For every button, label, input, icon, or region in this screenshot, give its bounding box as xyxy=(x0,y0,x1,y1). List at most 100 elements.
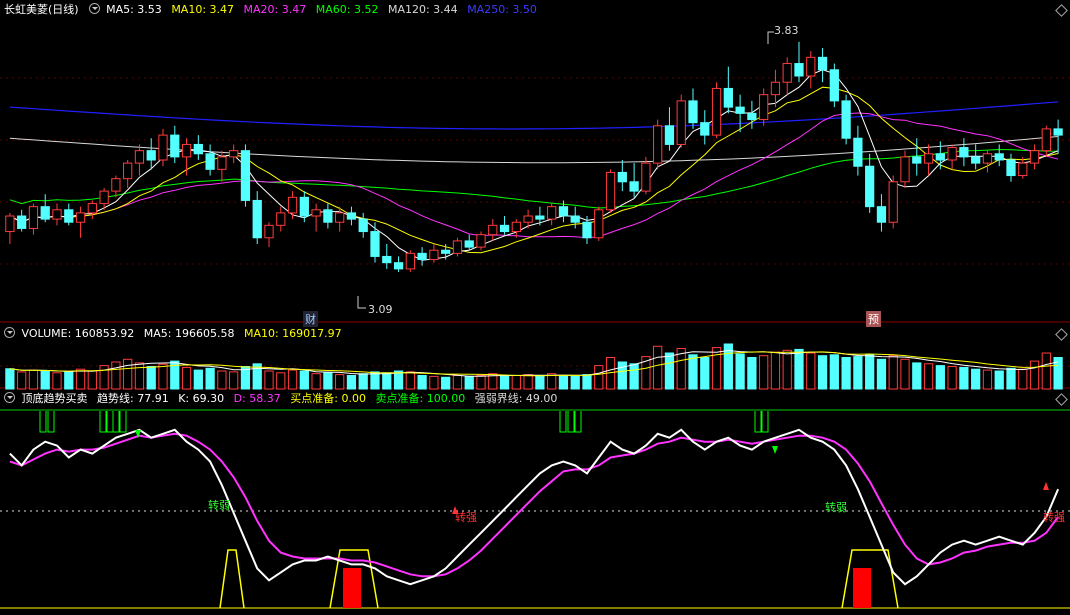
candle-body xyxy=(146,150,156,161)
candle-body xyxy=(335,212,345,223)
volume-bar xyxy=(134,362,145,390)
candle-body xyxy=(464,240,474,248)
candle-body xyxy=(558,206,569,217)
buy-signal-block xyxy=(343,568,361,608)
volume-bar xyxy=(782,349,792,390)
volume-bar xyxy=(1041,352,1051,390)
candle-body xyxy=(582,221,592,239)
volume-bar xyxy=(653,345,663,390)
sell-ready-tick xyxy=(567,411,575,433)
sell-ready-tick xyxy=(106,411,114,433)
volume-bar xyxy=(1029,360,1040,390)
weak-signal-label: 转弱 xyxy=(208,499,230,512)
candle-body xyxy=(87,203,97,214)
volume-bar xyxy=(876,358,887,390)
candle-body xyxy=(429,249,439,261)
candle-body xyxy=(64,209,74,223)
candle-body xyxy=(664,125,675,145)
volume-bar xyxy=(75,368,86,390)
candle-body xyxy=(935,153,945,161)
volume-bar xyxy=(323,372,333,390)
earnings-tag[interactable]: 财 xyxy=(303,311,318,327)
volume-bar xyxy=(370,371,380,390)
volume-bar xyxy=(264,370,274,390)
candle-body xyxy=(17,215,27,229)
candle-body xyxy=(982,153,993,164)
volume-bar xyxy=(747,357,757,390)
volume-bar xyxy=(346,375,357,390)
volume-bar xyxy=(617,361,627,390)
candle-body xyxy=(1053,128,1063,136)
low-price-label: 3.09 xyxy=(368,303,393,316)
candle-body xyxy=(876,206,887,223)
volume-bar xyxy=(806,352,816,390)
candle-body xyxy=(217,156,227,170)
candle-body xyxy=(570,215,580,223)
candle-body xyxy=(994,153,1004,161)
candle-body xyxy=(735,106,745,114)
volume-bar xyxy=(87,370,97,390)
candle-body xyxy=(1018,162,1028,177)
volume-bar xyxy=(994,370,1004,390)
candle-body xyxy=(900,156,910,183)
volume-bar xyxy=(40,370,50,390)
candle-body xyxy=(782,63,792,83)
candle-body xyxy=(853,137,863,167)
k-line xyxy=(9,428,1060,586)
volume-bar xyxy=(853,356,863,390)
candle-body xyxy=(711,87,722,136)
volume-bar xyxy=(335,374,345,390)
candle-body xyxy=(700,122,710,136)
candle-body xyxy=(276,212,286,226)
candle-body xyxy=(358,218,368,233)
volume-bar xyxy=(181,366,192,390)
volume-bar xyxy=(865,354,875,390)
volume-bar xyxy=(817,355,828,390)
high-price-label: 3.83 xyxy=(774,24,799,37)
candle-body xyxy=(264,224,274,239)
candle-body xyxy=(158,134,168,161)
candle-body xyxy=(452,240,463,254)
candle-body xyxy=(794,63,804,77)
candle-body xyxy=(629,181,639,192)
candle-body xyxy=(370,231,380,257)
volume-bar xyxy=(700,357,710,390)
candle-body xyxy=(134,150,145,164)
candle-body xyxy=(817,56,828,71)
volume-bar xyxy=(217,370,227,390)
candle-body xyxy=(28,206,39,229)
candle-body xyxy=(971,156,981,164)
sell-ready-tick xyxy=(754,411,762,433)
candle-body xyxy=(605,171,616,211)
volume-bar xyxy=(405,371,415,390)
volume-bar xyxy=(205,367,215,390)
volume-bar xyxy=(229,371,239,390)
volume-bar xyxy=(452,375,463,390)
volume-bar xyxy=(311,373,321,390)
buy-ready-zone xyxy=(219,549,245,609)
candle-body xyxy=(287,196,298,214)
volume-bar xyxy=(464,375,474,390)
volume-bar xyxy=(971,368,981,390)
candle-body xyxy=(511,221,521,233)
volume-bar xyxy=(759,355,769,390)
candle-body xyxy=(594,209,604,239)
stock-chart[interactable] xyxy=(0,0,1070,615)
volume-bar xyxy=(664,352,675,390)
candle-body xyxy=(75,212,86,223)
candle-body xyxy=(888,181,898,223)
candle-body xyxy=(1029,150,1040,164)
candle-body xyxy=(181,143,192,158)
candle-body xyxy=(240,150,251,201)
volume-bar xyxy=(935,365,945,390)
volume-bar xyxy=(888,355,898,390)
volume-bar xyxy=(5,368,15,390)
volume-bar xyxy=(158,363,168,390)
volume-bar xyxy=(111,361,121,390)
volume-bar xyxy=(535,375,545,390)
candle-body xyxy=(959,147,969,158)
candle-body xyxy=(99,190,109,205)
forecast-tag[interactable]: 预 xyxy=(866,311,881,327)
volume-bar xyxy=(287,369,298,390)
sell-ready-tick xyxy=(39,411,47,433)
